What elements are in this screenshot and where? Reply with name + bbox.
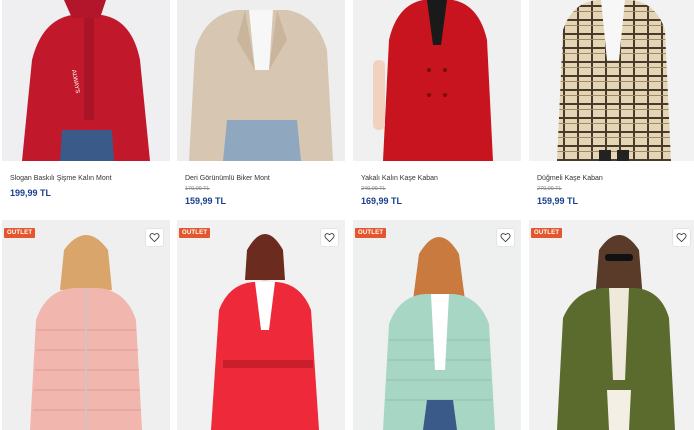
heart-icon xyxy=(676,233,687,243)
product-name[interactable]: Slogan Baskılı Şişme Kalın Mont xyxy=(10,175,112,182)
product-image[interactable] xyxy=(177,220,345,430)
product-card[interactable]: OUTLET xyxy=(2,220,170,430)
favorite-button[interactable] xyxy=(496,228,515,247)
heart-icon xyxy=(149,233,160,243)
outlet-badge: OUTLET xyxy=(4,228,36,238)
product-card[interactable]: ALWAYS Slogan Baskılı Şişme Kalın Mont 1… xyxy=(2,0,170,214)
product-image[interactable] xyxy=(177,0,345,161)
product-card[interactable]: Düğmeli Kaşe Kaban 279,99 TL 159,99 TL xyxy=(529,0,694,214)
heart-icon xyxy=(500,233,511,243)
product-image[interactable] xyxy=(353,0,521,161)
product-image[interactable] xyxy=(2,220,170,430)
product-card[interactable]: Yakalı Kalın Kaşe Kaban 249,99 TL 169,99… xyxy=(353,0,521,214)
outlet-badge: OUTLET xyxy=(179,228,211,238)
product-name[interactable]: Düğmeli Kaşe Kaban xyxy=(537,175,603,182)
product-name[interactable]: Deri Görünümlü Biker Mont xyxy=(185,175,270,182)
product-image[interactable]: ALWAYS xyxy=(2,0,170,161)
product-price: 169,99 TL xyxy=(361,196,403,206)
product-old-price: 249,99 TL xyxy=(361,186,386,192)
product-card[interactable]: OUTLET xyxy=(177,220,345,430)
product-image[interactable] xyxy=(353,220,521,430)
product-name[interactable]: Yakalı Kalın Kaşe Kaban xyxy=(361,175,438,182)
favorite-button[interactable] xyxy=(320,228,339,247)
product-image[interactable] xyxy=(529,220,694,430)
product-card[interactable]: OUTLET xyxy=(529,220,694,430)
product-card[interactable]: OUTLET xyxy=(353,220,521,430)
product-card[interactable]: Deri Görünümlü Biker Mont 179,99 TL 159,… xyxy=(177,0,345,214)
product-price: 199,99 TL xyxy=(10,188,52,198)
product-image[interactable] xyxy=(529,0,694,161)
product-old-price: 179,99 TL xyxy=(185,186,210,192)
outlet-badge: OUTLET xyxy=(355,228,387,238)
favorite-button[interactable] xyxy=(145,228,164,247)
product-price: 159,99 TL xyxy=(185,196,227,206)
outlet-badge: OUTLET xyxy=(531,228,563,238)
heart-icon xyxy=(324,233,335,243)
product-old-price: 279,99 TL xyxy=(537,186,562,192)
favorite-button[interactable] xyxy=(672,228,691,247)
product-price: 159,99 TL xyxy=(537,196,579,206)
